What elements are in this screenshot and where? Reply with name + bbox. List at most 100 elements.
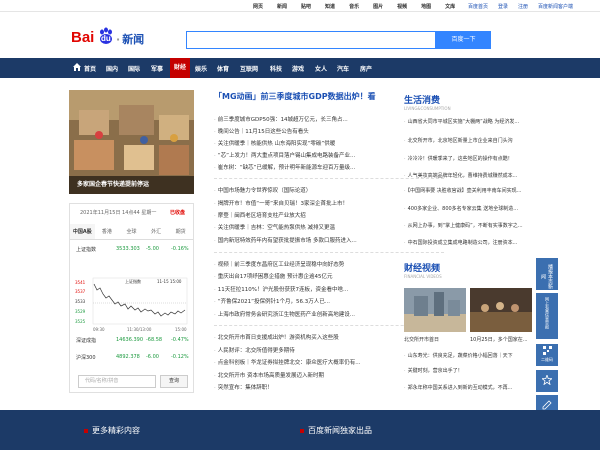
y-tick-4: 3525 [75,319,86,324]
footer-more[interactable]: 更多精彩内容 [84,425,140,436]
news-item[interactable]: “芯”上发力！两大重点项目落户锡山集成电路装备产业... [214,151,355,159]
list-item[interactable]: 从网上办事，到“掌上健康码”，不断有实事数字之... [404,222,532,229]
nav-item-internet[interactable]: 互联网 [240,64,258,73]
link-web[interactable]: 网页 [253,3,263,10]
link-video[interactable]: 视频 [397,3,407,10]
video-caption[interactable]: 10月25日，多个国家在... [470,336,532,343]
nav-item-games[interactable]: 游戏 [292,64,304,73]
list-item[interactable]: 冷冷冷！供暖季来了，这些地区的操作有点酷！ [404,155,532,162]
nav-item-finance[interactable]: 财经 [170,58,191,78]
news-item[interactable]: 人民财评：北交所值得更多期待 [214,346,295,354]
feature-image-card[interactable]: 多家国企春节快递提前停运 [69,90,194,194]
tab-global[interactable]: 全球 [119,224,144,239]
search-button[interactable]: 百度一下 [436,31,491,49]
stock-row-csi300[interactable]: 沪深300 4892.378 -6.00 -0.12% [76,354,191,361]
stock-query-button[interactable]: 查询 [160,375,188,388]
nav-item-military[interactable]: 军事 [151,64,163,73]
home-icon [73,63,81,71]
divider [214,252,444,253]
video-thumbnail[interactable] [470,288,532,332]
section-title-videos[interactable]: 财经视频 [404,261,440,274]
nav-item-domestic[interactable]: 国内 [106,64,118,73]
link-zhidao[interactable]: 知道 [325,3,335,10]
favorite-button[interactable] [536,370,558,392]
news-item[interactable]: 摩登｜闽西老区培育支柱产业放大招 [214,211,306,219]
news-item[interactable]: 前三季度城市GDP50强：14城超万亿元，长三角占... [214,115,348,123]
search-input[interactable] [186,31,436,49]
news-item[interactable]: 中国市场魅力令世界惊叹（国际论道） [214,186,312,194]
stock-row-shenzhen[interactable]: 深证成指 14636.390 -68.58 -0.47% [76,337,191,344]
news-item[interactable]: 上海市政府常务会研究浙江生物医药产业创新高地建设... [214,310,355,318]
news-item[interactable]: 揭牌开市！市值“一哥”来自贝瑞！3家深企首批上市！ [214,199,348,207]
news-item[interactable]: 崔东树：“缺芯”已缓解，预计明年新能源车迎百万量级... [214,163,355,171]
tab-forex[interactable]: 外汇 [144,224,169,239]
nav-item-realestate[interactable]: 房产 [360,64,372,73]
link-wenku[interactable]: 文库 [445,3,455,10]
news-item[interactable]: 点金科创板｜华龙证券拟挂牌北交：康众医疗大概率仍有... [214,358,361,366]
video-thumbnail[interactable] [404,288,466,332]
section-subtitle-living: LIVING&CONSUMPTION [404,106,451,111]
market-tabs: 中国A股 香港 全球 外汇 期货 [70,224,193,240]
news-item[interactable]: 北交所开市首日支援成出炉！游资机构买入这些股 [214,333,339,341]
stock-row-shanghai[interactable]: 上证指数 3533.303 -5.00 -0.16% [76,246,191,253]
logo-bai: Bai [71,29,95,46]
feature-caption: 多家国企春节快递提前停运 [69,176,194,194]
news-item[interactable]: 晚间公告｜11月15日这些公告有看头 [214,127,309,135]
list-item[interactable]: 【中国网事要 决胜收官战】壶关利用丰南车间实现... [404,187,532,194]
nav-item-auto[interactable]: 汽车 [337,64,349,73]
list-item[interactable]: 400多家企业、800多名专家云集 送地全球制造... [404,205,532,212]
link-news[interactable]: 新闻 [277,3,287,10]
bullet-icon [84,428,88,433]
x-tick-0: 09:30 [93,327,105,332]
link-baidu-home[interactable]: 百度首页 [468,3,488,10]
section-title-living[interactable]: 生活消费 [404,93,440,106]
nav-item-tech[interactable]: 科技 [270,64,282,73]
list-item[interactable]: 北交所开市，北京地区新量上市企业来自门头沟 [404,137,532,144]
nav-item-home[interactable]: 首页 [84,64,96,73]
product-links: 网页 新闻 贴吧 知道 音乐 图片 视频 地图 文库 [253,3,469,10]
qrcode-button[interactable]: 二维码 [536,344,558,366]
report-button[interactable]: 网上有害信息举报 [536,293,558,339]
link-register[interactable]: 注册 [518,3,528,10]
list-item[interactable]: 山东寿光：供良充足，蔬菜价格小幅回落｜天下 [404,352,532,359]
section-subtitle-videos: FINANCIAL VIDEOS [404,274,442,279]
nav-item-entertainment[interactable]: 娱乐 [195,64,207,73]
tab-futures[interactable]: 期货 [168,224,193,239]
news-item[interactable]: 11天狂拉110%！沪光股份获获7连板，资金看中啥... [214,285,348,293]
news-item[interactable]: 视频｜前三季度东昌府区工业经济呈现稳中向好态势 [214,260,345,268]
news-item[interactable]: 关注供暖季｜核能供热 山东海阳实现“零碳”供暖 [214,139,335,147]
list-item[interactable]: 中石国际投资成立集成电路制造公司，注册资本... [404,239,532,246]
tab-hongkong[interactable]: 香港 [95,224,120,239]
footer: 更多精彩内容 百度新闻独家出品 [0,410,600,450]
link-images[interactable]: 图片 [373,3,383,10]
nav-item-women[interactable]: 女人 [315,64,327,73]
link-login[interactable]: 登录 [498,3,508,10]
tab-a-shares[interactable]: 中国A股 [70,224,95,239]
news-item[interactable]: 国内新冠特效药年内有望获批提振市场 多款口服药进入... [214,236,357,244]
list-item[interactable]: 关键时刻，营京出手了！ [404,367,532,374]
baidu-news-logo[interactable]: Bai du 新闻 [71,27,181,49]
link-tieba[interactable]: 贴吧 [301,3,311,10]
main-headline[interactable]: 「MG动画」前三季度城市GDP数据出炉！看 [214,91,376,102]
link-map[interactable]: 地图 [421,3,431,10]
bullet-icon [300,428,304,433]
news-item[interactable]: 关注供暖季｜吉林：空气能热泵供热 减排又更温 [214,223,335,231]
read-aloud-button[interactable]: 播报本页新闻 [536,258,558,290]
news-item[interactable]: 北交所开市 资本市场高质量发展迈入新时期 [214,371,324,379]
news-item[interactable]: 重庆出台17项纾困惠企措施 预计惠企逾45亿元 [214,272,333,280]
list-item[interactable]: 山西省大同市平城区实施“大棚两”战略 为经济发... [404,118,532,125]
nav-item-international[interactable]: 国际 [128,64,140,73]
list-item[interactable]: 郑永年称中国关系进入到新的互动模式，不再... [404,384,532,391]
link-music[interactable]: 音乐 [349,3,359,10]
video-caption[interactable]: 北交所开市首日 [404,336,466,343]
nav-item-sports[interactable]: 体育 [217,64,229,73]
top-links-bar: 网页 新闻 贴吧 知道 音乐 图片 视频 地图 文库 百度首页 登录 注册 百度… [0,0,600,12]
link-news-app[interactable]: 百度新闻客户端 [538,3,573,10]
qrcode-icon [542,346,552,355]
footer-exclusive[interactable]: 百度新闻独家出品 [300,425,372,436]
list-item[interactable]: 人气美妆高端品牌年轻化，曹维持费城赚然成本... [404,172,532,179]
news-item[interactable]: 突然宣布：集体辞职！ [214,383,273,391]
news-item[interactable]: “齐鲁保2021”投保例针1个月，56.3万人已... [214,297,330,305]
logo-news: 新闻 [116,31,144,47]
stock-code-input[interactable]: 代码/名称/拼音 [78,375,156,388]
